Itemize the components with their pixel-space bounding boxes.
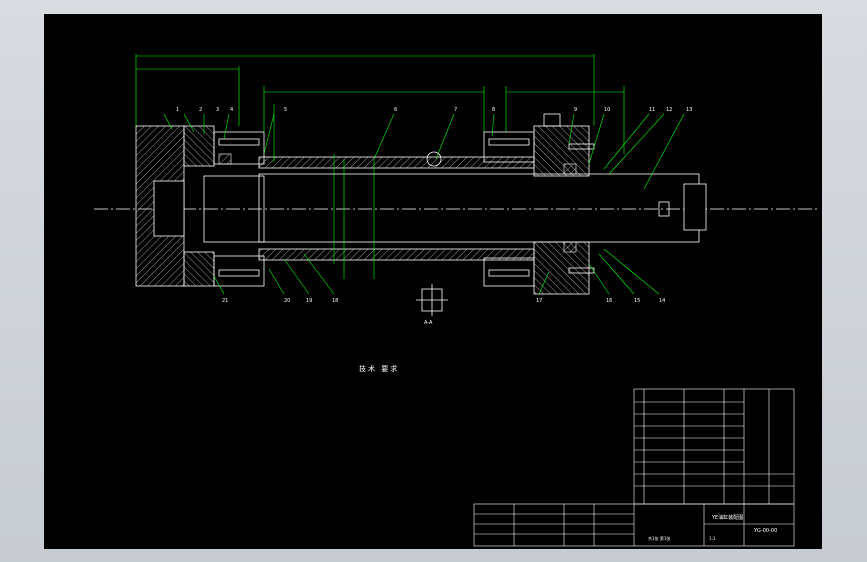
svg-text:19: 19: [306, 298, 312, 304]
gland-top: [543, 113, 561, 127]
svg-text:12: 12: [666, 107, 672, 113]
svg-text:11: 11: [649, 107, 655, 113]
svg-text:10: 10: [604, 107, 610, 113]
bolt-1: [218, 138, 260, 146]
seal-3: [563, 241, 577, 253]
svg-text:9: 9: [574, 107, 577, 113]
svg-text:15: 15: [634, 298, 640, 304]
title-block-scale: 1:1: [709, 536, 716, 541]
assembly-drawing: A-A 123 456 789 10 11 12 13 21 20 19 18 17 16 …: [94, 54, 819, 547]
rod-end: [683, 183, 707, 231]
bolt-3: [488, 138, 530, 146]
title-block-title: YE油缸装配图: [712, 515, 744, 521]
drawing-canvas[interactable]: A-A 123 456 789 10 11 12 13 21 20 19 18 17 16 …: [44, 14, 822, 549]
technical-notes-title: 技术 要求: [359, 365, 400, 373]
svg-text:1: 1: [176, 107, 179, 113]
svg-text:3: 3: [216, 107, 219, 113]
svg-text:4: 4: [230, 107, 233, 113]
seal-1: [218, 153, 232, 165]
section-view: [416, 284, 448, 316]
flange-right-bottom: [483, 257, 535, 287]
section-label: A-A: [424, 320, 433, 326]
flange-left-bottom: [213, 255, 265, 287]
title-block-sheet: 共1张 第1张: [648, 536, 671, 541]
part-number-labels: 123 456 789 10 11 12 13 21 20 19 18 17 16 15 14: [176, 107, 692, 304]
seal-2: [563, 163, 577, 175]
viewer-window: A-A 123 456 789 10 11 12 13 21 20 19 18 17 16 …: [0, 0, 867, 562]
title-block-grid: [473, 388, 795, 547]
svg-text:2: 2: [199, 107, 202, 113]
front-head-top: [533, 125, 590, 177]
barrel-top: [258, 156, 535, 169]
title-block-drawing-no: YG-00-00: [754, 528, 778, 534]
svg-text:16: 16: [606, 298, 612, 304]
svg-text:20: 20: [284, 298, 290, 304]
svg-text:18: 18: [332, 298, 338, 304]
rear-bore: [153, 180, 185, 237]
svg-text:5: 5: [284, 107, 287, 113]
bolt-2: [218, 269, 260, 277]
svg-text:6: 6: [394, 107, 397, 113]
svg-text:13: 13: [686, 107, 692, 113]
piston-rod: [258, 173, 700, 243]
svg-text:8: 8: [492, 107, 495, 113]
svg-text:17: 17: [536, 298, 542, 304]
svg-text:14: 14: [659, 298, 665, 304]
svg-text:21: 21: [222, 298, 228, 304]
rear-flange-bottom: [183, 251, 215, 287]
bolt-4: [488, 269, 530, 277]
svg-text:7: 7: [454, 107, 457, 113]
rear-flange-top: [183, 125, 215, 167]
